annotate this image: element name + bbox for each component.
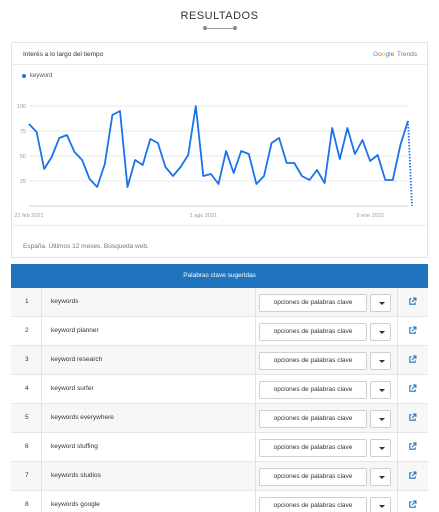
suggested-keywords-table: 1 keywords opciones de palabras clave 2 keyw…: [11, 288, 428, 512]
table-row: 8 keywords google opciones de palabras cla…: [11, 491, 428, 512]
column-divider: [255, 462, 256, 490]
series-line-partial: [407, 120, 413, 207]
caret-down-icon[interactable]: [370, 439, 391, 457]
external-link-icon[interactable]: [408, 326, 417, 335]
divider-dot-right: [233, 26, 237, 30]
keyword-options-button[interactable]: opciones de palabras clave: [259, 410, 367, 428]
external-link-icon[interactable]: [408, 355, 417, 364]
caret-down-icon[interactable]: [370, 352, 391, 370]
column-divider: [397, 288, 398, 316]
column-divider: [41, 404, 42, 432]
keyword-text: keywords everywhere: [51, 414, 114, 421]
keyword-text: keywords studios: [51, 472, 101, 479]
external-link-icon[interactable]: [408, 500, 417, 509]
keyword-options-button[interactable]: opciones de palabras clave: [259, 497, 367, 512]
external-link-icon[interactable]: [408, 297, 417, 306]
keyword-text: keyword research: [51, 356, 103, 363]
external-link-icon[interactable]: [408, 471, 417, 480]
results-header: RESULTADOS: [0, 0, 439, 38]
column-divider: [397, 433, 398, 461]
keyword-text: keywords: [51, 298, 79, 305]
x-tick-label: 9 ene 2022: [356, 213, 384, 219]
y-tick-label: 25: [20, 179, 26, 185]
table-row: 2 keyword planner opciones de palabras cla…: [11, 317, 428, 346]
caret-down-icon[interactable]: [370, 497, 391, 512]
row-number: 3: [25, 356, 29, 363]
keyword-text: keyword stuffing: [51, 443, 98, 450]
keyword-text: keyword planner: [51, 327, 99, 334]
column-divider: [255, 375, 256, 403]
row-number: 8: [25, 501, 29, 508]
column-divider: [41, 433, 42, 461]
x-tick-label: 1 ago 2021: [190, 213, 218, 219]
caret-down-icon[interactable]: [370, 294, 391, 312]
column-divider: [255, 491, 256, 512]
column-divider: [397, 404, 398, 432]
caret-down-icon[interactable]: [370, 323, 391, 341]
column-divider: [397, 375, 398, 403]
column-divider: [255, 288, 256, 316]
divider-line: [205, 27, 235, 29]
column-divider: [41, 288, 42, 316]
x-tick-label: 21 feb 2021: [14, 213, 43, 219]
column-divider: [41, 491, 42, 512]
column-divider: [397, 317, 398, 345]
trends-footnote: España. Últimos 12 meses. Búsqueda web.: [23, 243, 149, 250]
row-number: 1: [25, 298, 29, 305]
external-link-icon[interactable]: [408, 384, 417, 393]
column-divider: [397, 491, 398, 512]
external-link-icon[interactable]: [408, 413, 417, 422]
table-row: 6 keyword stuffing opciones de palabras cl…: [11, 433, 428, 462]
keyword-options-button[interactable]: opciones de palabras clave: [259, 439, 367, 457]
page-title: RESULTADOS: [180, 10, 259, 22]
table-row: 3 keyword research opciones de palabras cl…: [11, 346, 428, 375]
card-separator-bottom: [12, 225, 427, 226]
column-divider: [41, 462, 42, 490]
column-divider: [41, 317, 42, 345]
y-tick-label: 50: [20, 154, 26, 160]
row-number: 5: [25, 414, 29, 421]
column-divider: [41, 346, 42, 374]
y-tick-label: 75: [20, 129, 26, 135]
table-row: 4 keyword surfer opciones de palabras clav…: [11, 375, 428, 404]
column-divider: [397, 462, 398, 490]
keyword-options-button[interactable]: opciones de palabras clave: [259, 352, 367, 370]
row-number: 2: [25, 327, 29, 334]
row-number: 4: [25, 385, 29, 392]
column-divider: [397, 346, 398, 374]
suggested-keywords-header: Palabras clave sugeridas: [11, 264, 428, 288]
table-row: 1 keywords opciones de palabras clave: [11, 288, 428, 317]
column-divider: [255, 346, 256, 374]
series-line-keyword: [28, 105, 409, 188]
table-row: 7 keywords studios opciones de palabras cl…: [11, 462, 428, 491]
keyword-options-button[interactable]: opciones de palabras clave: [259, 294, 367, 312]
title-divider: [203, 26, 237, 30]
caret-down-icon[interactable]: [370, 381, 391, 399]
keyword-options-button[interactable]: opciones de palabras clave: [259, 381, 367, 399]
keyword-text: keyword surfer: [51, 385, 94, 392]
divider-dot-left: [203, 26, 207, 30]
keyword-options-button[interactable]: opciones de palabras clave: [259, 468, 367, 486]
row-number: 6: [25, 443, 29, 450]
y-tick-label: 100: [17, 104, 26, 110]
column-divider: [255, 317, 256, 345]
keyword-options-button[interactable]: opciones de palabras clave: [259, 323, 367, 341]
table-row: 5 keywords everywhere opciones de palabras…: [11, 404, 428, 433]
column-divider: [255, 404, 256, 432]
external-link-icon[interactable]: [408, 442, 417, 451]
trends-card: Interés a lo largo del tiempo Google Tre…: [11, 42, 428, 258]
keyword-text: keywords google: [51, 501, 100, 508]
column-divider: [255, 433, 256, 461]
row-number: 7: [25, 472, 29, 479]
caret-down-icon[interactable]: [370, 410, 391, 428]
trend-line-chart: 25 50 75 100 21 feb 2021 1 ago 2021 9 ene 2022: [14, 104, 413, 219]
column-divider: [41, 375, 42, 403]
caret-down-icon[interactable]: [370, 468, 391, 486]
